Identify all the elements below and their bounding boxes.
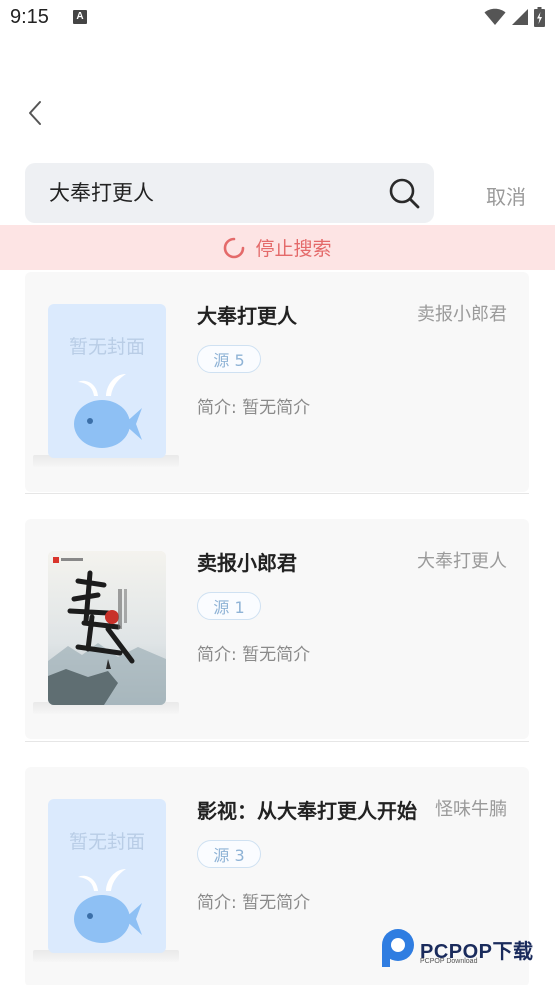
chevron-left-icon [29, 101, 41, 125]
search-input[interactable] [49, 163, 379, 223]
search-icon[interactable] [388, 177, 420, 209]
whale-icon [74, 374, 142, 448]
default-cover: 暂无封面 [48, 799, 166, 953]
divider [25, 741, 529, 742]
status-time: 9:15 [10, 6, 49, 28]
no-cover-text: 暂无封面 [68, 831, 145, 853]
watermark: PCPOP下载 PCPOP Download [378, 927, 550, 971]
battery-icon [534, 7, 545, 27]
screen: 9:15 A 取消 [0, 0, 555, 985]
book-cover: 暂无封面 [33, 300, 179, 467]
book-title: 卖报小郎君 [197, 551, 297, 575]
no-cover-text: 暂无封面 [68, 336, 145, 358]
book-cover: 暂无封面 [33, 795, 179, 962]
result-card[interactable]: 暂无封面 大奉打更人 卖报小郎君 源 5 简介: 暂无简介 [25, 272, 529, 492]
default-cover: 暂无封面 [48, 304, 166, 458]
whale-icon [74, 869, 142, 943]
book-intro: 简介: 暂无简介 [197, 645, 311, 665]
pcpop-logo-icon [382, 929, 414, 967]
cover-painting [48, 551, 166, 705]
source-badge: 源 5 [197, 345, 261, 373]
divider [25, 493, 529, 494]
back-button[interactable] [18, 96, 52, 130]
book-author: 怪味牛腩 [435, 799, 507, 820]
book-cover [33, 547, 179, 714]
spinner-icon [224, 237, 245, 258]
wifi-icon [484, 8, 506, 25]
book-author: 大奉打更人 [417, 551, 507, 572]
cover-artwork [48, 551, 166, 705]
book-title: 大奉打更人 [197, 304, 297, 328]
notification-a-icon: A [73, 10, 87, 24]
book-author: 卖报小郎君 [417, 304, 507, 325]
watermark-sub: PCPOP Download [420, 958, 478, 965]
source-badge: 源 1 [197, 592, 261, 620]
stop-search-label: 停止搜索 [255, 238, 332, 260]
result-card[interactable]: 卖报小郎君 大奉打更人 源 1 简介: 暂无简介 [25, 519, 529, 739]
book-intro: 简介: 暂无简介 [197, 893, 311, 913]
cancel-button[interactable]: 取消 [486, 181, 526, 210]
status-icons [484, 6, 545, 28]
book-title: 影视：从大奉打更人开始 [197, 799, 417, 823]
search-box [25, 163, 434, 223]
book-intro: 简介: 暂无简介 [197, 398, 311, 418]
status-bar: 9:15 A [0, 0, 555, 38]
source-badge: 源 3 [197, 840, 261, 868]
stop-search-button[interactable]: 停止搜索 [0, 225, 555, 270]
signal-icon [512, 9, 528, 25]
